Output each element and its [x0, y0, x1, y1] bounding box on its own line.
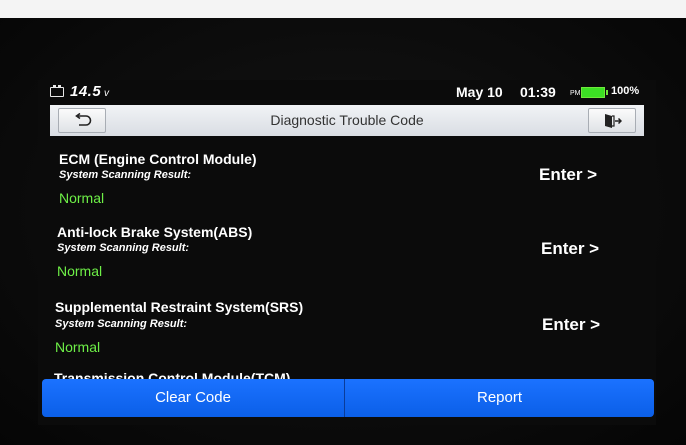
system-status: Normal — [55, 339, 101, 355]
background-top — [0, 0, 686, 18]
enter-button[interactable]: Enter > — [541, 239, 599, 259]
enter-button[interactable]: Enter > — [542, 315, 600, 335]
system-subtitle: System Scanning Result: — [57, 242, 190, 254]
system-item-srs[interactable]: Supplemental Restraint System(SRS) Syste… — [38, 296, 656, 370]
time: 01:39 — [520, 84, 556, 100]
system-status: Normal — [57, 263, 103, 279]
exit-icon — [605, 114, 622, 128]
enter-button[interactable]: Enter > — [539, 165, 597, 185]
page-title: Diagnostic Trouble Code — [270, 112, 424, 128]
title-bar: Diagnostic Trouble Code — [50, 105, 644, 136]
exit-button[interactable] — [588, 108, 636, 133]
system-name: Supplemental Restraint System(SRS) — [55, 299, 304, 315]
battery-percent: 100% — [611, 85, 640, 97]
system-item-abs[interactable]: Anti-lock Brake System(ABS) System Scann… — [38, 220, 656, 294]
clear-code-button[interactable]: Clear Code — [42, 379, 344, 417]
device-screen: 14.5 v May 10 01:39 PM 100% Diagnostic T… — [38, 80, 656, 425]
system-subtitle: System Scanning Result: — [55, 318, 188, 330]
system-status: Normal — [59, 190, 105, 206]
system-item-ecm[interactable]: ECM (Engine Control Module) System Scann… — [38, 145, 656, 219]
voltage-unit: v — [104, 88, 109, 99]
bottom-action-bar: Clear Code Report — [42, 379, 654, 417]
car-battery-icon — [50, 85, 64, 97]
status-bar: 14.5 v May 10 01:39 PM 100% — [38, 80, 656, 104]
time-ampm: PM — [570, 90, 581, 97]
system-name: Anti-lock Brake System(ABS) — [57, 224, 253, 240]
system-subtitle: System Scanning Result: — [59, 169, 192, 181]
voltage-value: 14.5 — [70, 83, 102, 100]
date: May 10 — [456, 84, 503, 100]
report-button[interactable]: Report — [345, 379, 654, 417]
battery-icon — [581, 87, 608, 98]
system-name: ECM (Engine Control Module) — [59, 151, 257, 167]
